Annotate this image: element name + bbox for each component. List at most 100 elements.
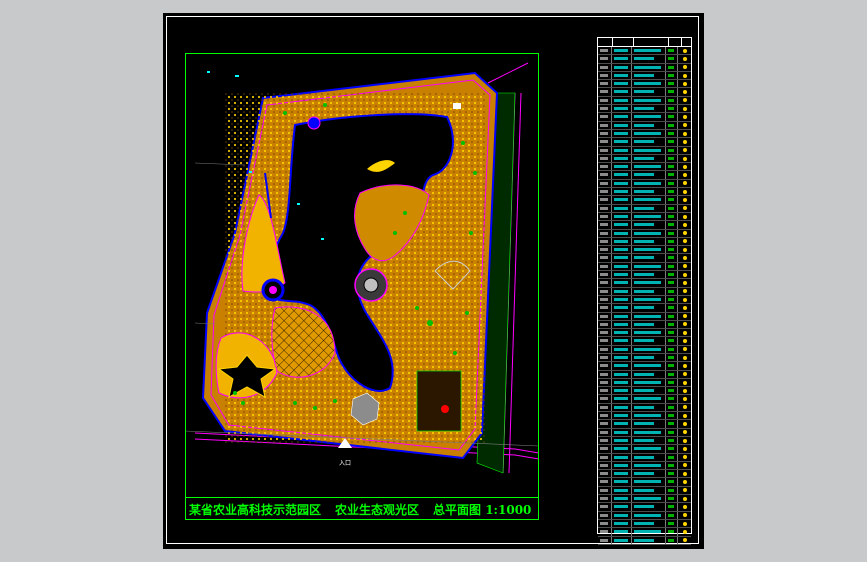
legend-row <box>598 511 691 520</box>
legend-cell-text <box>634 497 661 501</box>
legend-symbol <box>682 314 687 319</box>
legend-cell-text <box>668 49 674 52</box>
legend-cell <box>598 146 612 154</box>
legend-cell-text <box>614 73 628 77</box>
legend-cell <box>632 212 666 221</box>
legend-cell-text <box>600 206 608 210</box>
legend-cell-text <box>668 289 674 293</box>
legend-cell <box>678 105 691 112</box>
legend-row <box>598 212 691 222</box>
legend-cell <box>632 88 666 96</box>
legend-cell-text <box>668 364 674 368</box>
legend-cell-text <box>668 521 674 525</box>
legend-row <box>598 287 691 296</box>
legend-cell <box>598 196 612 204</box>
legend-cell-text <box>600 364 608 368</box>
legend-cell <box>678 412 691 419</box>
legend-cell <box>612 337 632 345</box>
legend-cell <box>666 154 678 163</box>
legend-cell <box>678 512 691 519</box>
legend-symbol <box>682 529 687 534</box>
legend-cell-text <box>600 480 608 484</box>
legend-cell-text <box>668 223 674 227</box>
legend-cell-text <box>614 248 628 252</box>
legend-symbol <box>682 471 687 476</box>
legend-cell <box>666 453 678 461</box>
legend-cell-text <box>668 397 674 401</box>
legend-symbol <box>682 488 687 493</box>
legend-cell <box>678 180 691 187</box>
legend-symbol <box>682 106 687 111</box>
legend-cell <box>666 312 678 320</box>
legend-cell <box>632 536 666 544</box>
legend-symbol <box>682 521 687 526</box>
legend-cell <box>598 254 612 262</box>
legend-row <box>598 453 691 462</box>
legend-cell-text <box>600 123 608 127</box>
legend-cell <box>666 378 678 387</box>
legend-row <box>598 154 691 164</box>
legend-cell-text <box>614 355 628 359</box>
legend-header-cell <box>634 38 669 46</box>
legend-row <box>598 370 691 379</box>
legend-cell-text <box>614 322 628 326</box>
legend-cell <box>598 279 612 287</box>
legend-cell-text <box>600 239 608 243</box>
legend-header-cell <box>669 38 682 46</box>
legend-cell-text <box>600 463 608 467</box>
legend-cell <box>598 105 612 113</box>
legend-cell <box>632 503 666 511</box>
legend-cell <box>666 353 678 362</box>
legend-row <box>598 129 691 139</box>
legend-cell-text <box>600 521 608 525</box>
legend-cell-text <box>600 331 608 335</box>
legend-cell-text <box>634 306 654 310</box>
legend-cell <box>678 304 691 311</box>
legend-cell <box>598 495 612 503</box>
legend-cell-text <box>634 115 661 119</box>
legend-cell-text <box>614 463 628 467</box>
legend-cell-text <box>600 256 608 260</box>
legend-cell-text <box>600 156 608 160</box>
legend-symbol <box>682 280 687 285</box>
legend-cell-text <box>634 214 661 218</box>
legend-row <box>598 312 691 321</box>
legend-cell <box>612 113 632 121</box>
legend-cell-text <box>614 521 628 525</box>
legend-cell <box>632 304 666 312</box>
legend-cell <box>612 163 632 171</box>
legend-cell-text <box>600 140 608 144</box>
legend-cell-text <box>668 90 674 94</box>
legend-cell <box>666 212 678 221</box>
legend-cell <box>666 329 678 337</box>
legend-cell <box>598 528 612 536</box>
legend-cell-text <box>668 140 674 144</box>
legend-cell <box>666 96 678 105</box>
legend-cell <box>666 204 678 212</box>
legend-cell-text <box>600 264 608 268</box>
legend-cell <box>612 353 632 362</box>
legend-cell-text <box>600 82 608 86</box>
legend-cell <box>678 263 691 270</box>
legend-cell-text <box>668 148 674 152</box>
legend-cell-text <box>634 438 654 442</box>
legend-symbol <box>682 231 687 236</box>
legend-cell-text <box>634 248 661 252</box>
legend-row <box>598 345 691 354</box>
legend-cell-text <box>634 140 654 144</box>
legend-cell <box>678 470 691 477</box>
legend-cell <box>632 353 666 362</box>
legend-cell-text <box>614 214 628 218</box>
legend-cell-text <box>600 347 608 351</box>
legend-cell-text <box>614 198 628 202</box>
legend-cell <box>678 122 691 129</box>
legend-cell <box>632 146 666 154</box>
legend-row <box>598 279 691 288</box>
legend-cell-text <box>634 455 654 459</box>
legend-cell <box>678 80 691 87</box>
legend-cell-text <box>614 389 628 393</box>
legend-cell <box>632 154 666 163</box>
legend-row <box>598 204 691 213</box>
legend-row <box>598 63 691 72</box>
legend-cell <box>598 71 612 80</box>
